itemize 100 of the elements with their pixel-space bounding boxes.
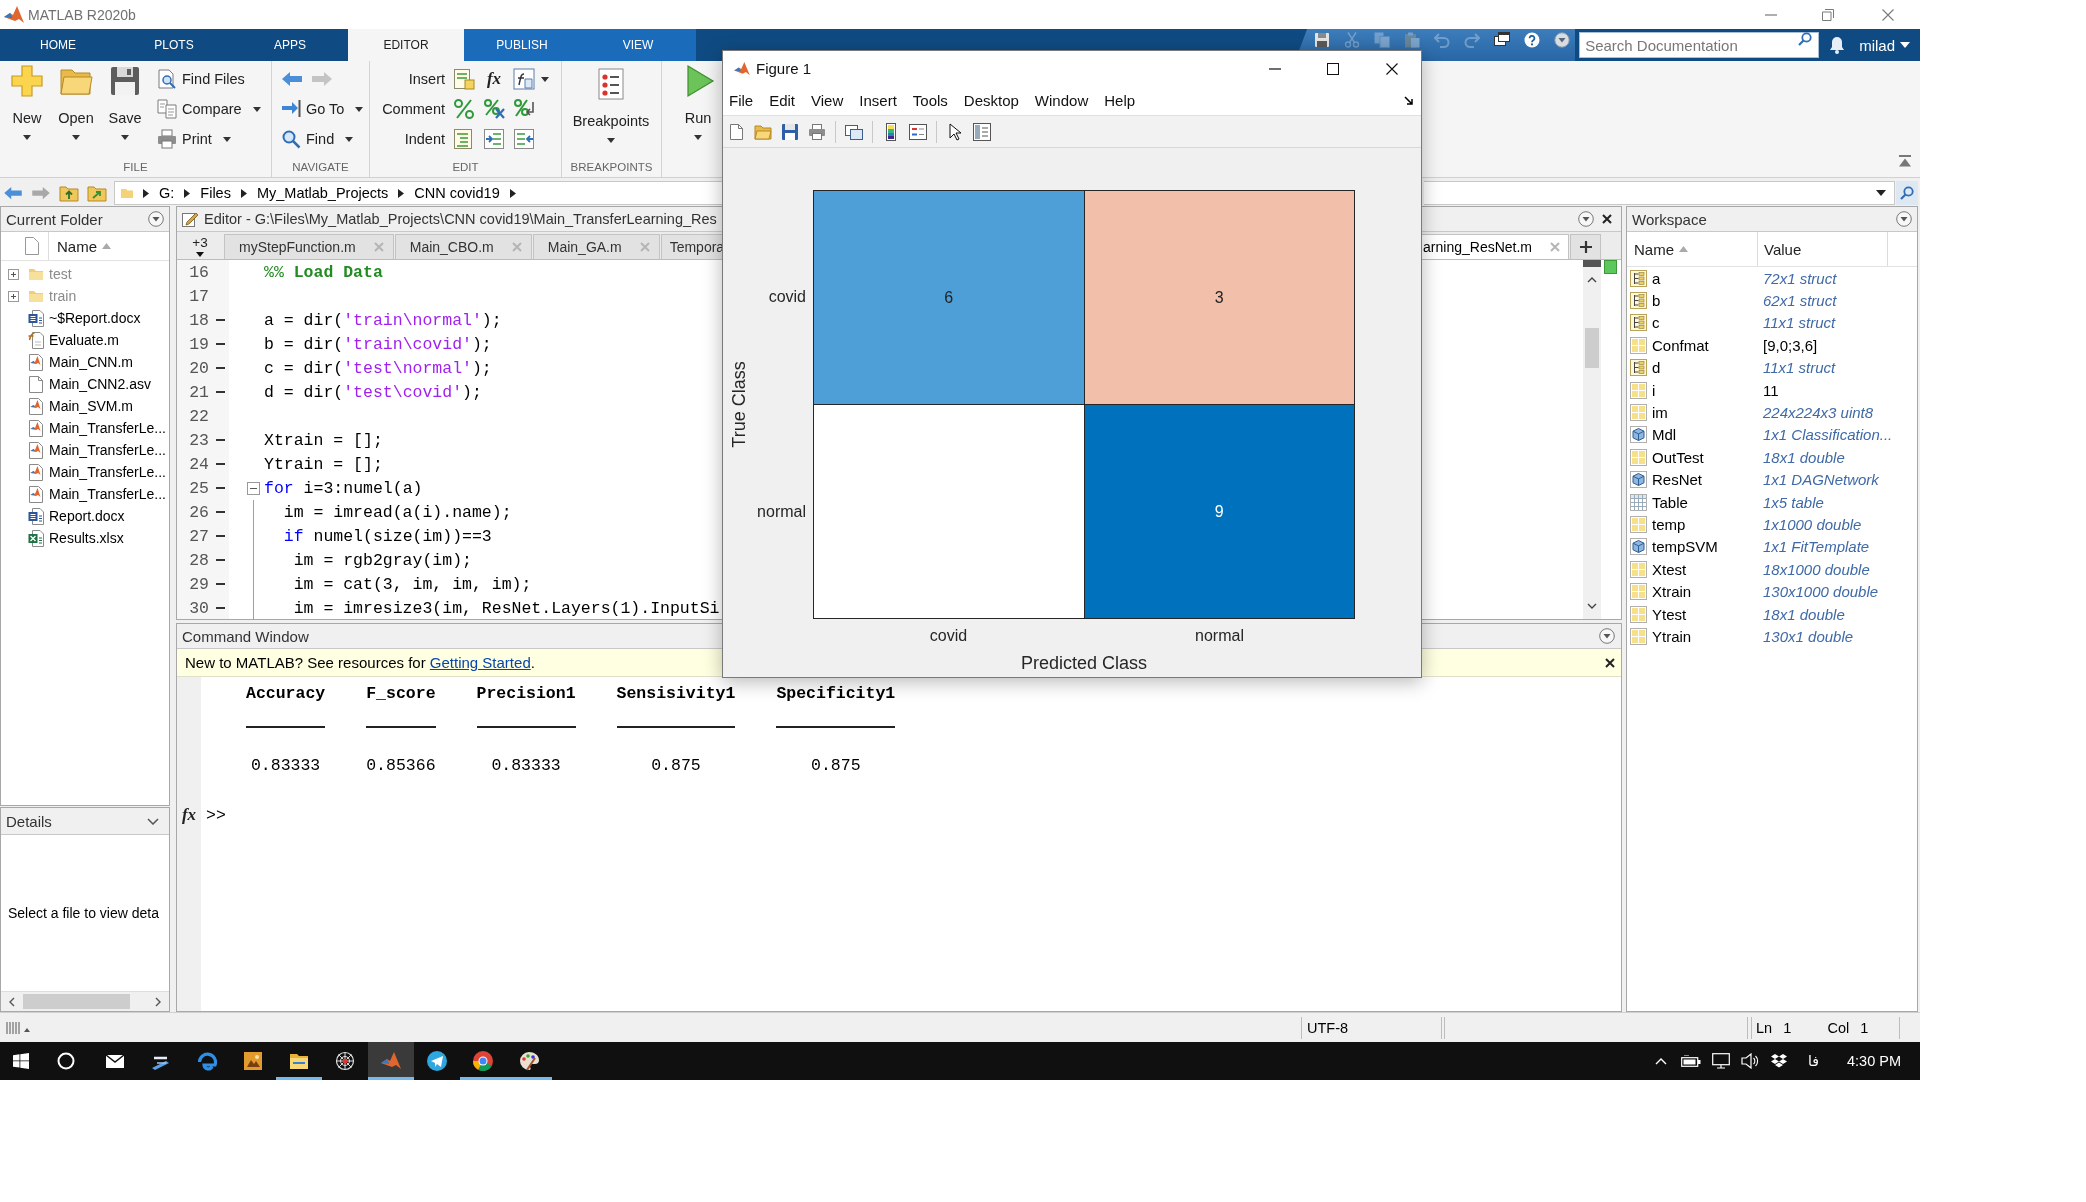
help-icon[interactable] [1524,32,1541,48]
legend-box-icon[interactable] [909,122,927,141]
menu-item[interactable]: Insert [859,92,897,109]
indent-left-icon[interactable] [513,128,535,150]
breadcrumb-arrow-icon[interactable] [398,188,405,198]
folder-icon[interactable] [754,122,772,141]
ring-icon[interactable] [57,1052,75,1070]
back-arrow-icon[interactable] [281,71,303,87]
file-tab[interactable]: Main_GA.m [532,234,660,259]
file-name[interactable]: Report.docx [49,508,125,524]
indent-right-icon[interactable] [483,128,505,150]
ribbon-tab[interactable]: EDITOR [348,29,464,61]
file-tab[interactable]: Tempora [660,234,725,259]
stacked-windows-icon[interactable] [1494,32,1511,48]
getting-started-link[interactable]: Getting Started [429,654,531,671]
file-name[interactable]: test [49,266,72,282]
variable-name[interactable]: Xtest [1652,560,1687,578]
chevron-down-icon[interactable] [147,817,159,825]
breadcrumb-arrow-icon[interactable] [143,188,149,198]
variable-name[interactable]: i [1652,381,1656,399]
panel-icon[interactable] [973,122,991,141]
save-button[interactable]: Save [101,61,149,140]
language-indicator[interactable]: فا [1808,1053,1819,1069]
search-field[interactable]: Search Documentation [1579,32,1820,58]
percent-icon[interactable] [453,98,475,120]
ribbon-tab[interactable]: HOME [0,29,116,61]
variable-name[interactable]: b [1652,292,1661,310]
path-segment[interactable]: CNN covid19 [414,185,500,201]
variable-name[interactable]: d [1652,359,1661,377]
minus-box-icon[interactable] [247,481,260,495]
ribbon-tab[interactable]: PUBLISH [464,29,580,61]
scroll-down-icon[interactable] [1587,603,1597,609]
go-to-button[interactable]: Go To [281,94,369,124]
variable-name[interactable]: Confmat [1652,336,1709,354]
plus-box-icon[interactable] [7,268,19,280]
open-button[interactable]: Open [52,61,100,140]
variable-name[interactable]: Xtrain [1652,583,1692,601]
menu-item[interactable]: File [729,92,754,109]
file-name[interactable]: train [49,288,77,304]
plus-box-icon[interactable] [7,290,19,302]
file-name[interactable]: Main_TransferLe... [49,442,166,458]
scroll-up-icon[interactable] [1587,277,1597,283]
file-name[interactable]: ~$Report.docx [49,310,141,326]
percent-cross-icon[interactable] [483,98,505,120]
breadcrumb-arrow-icon[interactable] [509,188,516,198]
path-segment[interactable]: Files [200,185,231,201]
restore-icon[interactable] [1822,8,1834,21]
file-tab[interactable]: myStepFunction.m [224,234,394,259]
file-name[interactable]: Main_TransferLe... [49,464,166,480]
ribbon-tab[interactable]: VIEW [580,29,696,61]
folder-arrow-icon[interactable] [87,184,107,202]
function-browser-button[interactable]: fx [181,803,197,827]
variable-name[interactable]: c [1652,314,1660,332]
compare-button[interactable]: Compare [157,94,261,124]
path-segment[interactable]: My_Matlab_Projects [256,185,389,201]
new-tab-button[interactable] [1570,234,1601,259]
indent-lines-icon[interactable] [453,128,475,150]
column-header[interactable]: Name [1634,240,1688,258]
up-arrow-bar-icon[interactable] [1898,155,1912,167]
column-header[interactable]: Value [1764,240,1802,258]
dock-arrow-icon[interactable] [1404,96,1413,105]
stacked-windows-icon[interactable] [845,122,863,141]
search-button[interactable] [1896,181,1918,205]
file-tab[interactable]: Main_CBO.m [394,234,532,259]
variable-name[interactable]: tempSVM [1652,538,1718,556]
column-header[interactable]: Name [57,237,111,255]
tab-overflow-button[interactable]: +3 [177,232,223,259]
printer-icon[interactable] [808,122,826,141]
menu-item[interactable]: Window [1034,92,1089,109]
menu-item[interactable]: Help [1104,92,1136,109]
variable-name[interactable]: Table [1652,493,1688,511]
cursor-arrow-icon[interactable] [946,122,964,141]
clock-time[interactable]: 4:30 PM [1847,1053,1901,1069]
close-icon[interactable] [1602,214,1612,224]
bell-icon[interactable] [1829,36,1846,54]
file-name[interactable]: Main_TransferLe... [49,486,166,502]
back-arrow-icon[interactable] [3,186,23,200]
scroll-thumb[interactable] [1585,328,1599,368]
variable-name[interactable]: Ytrain [1652,627,1692,645]
variable-name[interactable]: a [1652,269,1661,287]
menu-item[interactable]: Edit [769,92,796,109]
menu-item[interactable]: View [811,92,844,109]
user-menu[interactable]: milad [1859,29,1910,61]
dropdown-circle-icon[interactable] [1599,628,1615,644]
battery-icon[interactable] [1681,1055,1702,1067]
file-name[interactable]: Main_CNN2.asv [49,376,151,392]
dropdown-circle-icon[interactable] [1578,211,1594,227]
ribbon-tab[interactable]: PLOTS [116,29,232,61]
diamonds-icon[interactable] [1770,1053,1789,1069]
scrollbar[interactable] [1583,260,1601,619]
run-button[interactable]: Run [676,61,720,140]
minimize-icon[interactable] [1269,67,1281,70]
file-name[interactable]: Main_TransferLe... [49,420,166,436]
function-box-icon[interactable] [513,68,535,90]
up-folder-icon[interactable] [59,184,79,202]
variable-name[interactable]: OutTest [1652,448,1704,466]
scroll-thumb[interactable] [23,994,130,1009]
split-handle[interactable] [1583,260,1601,267]
find-button[interactable]: Find [281,124,369,154]
function-button[interactable]: fx [483,68,505,90]
